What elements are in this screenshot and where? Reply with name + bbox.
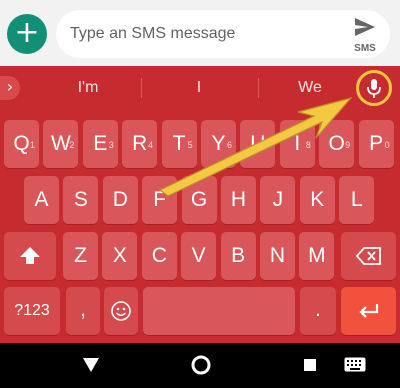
annotation-arrow bbox=[158, 96, 353, 197]
